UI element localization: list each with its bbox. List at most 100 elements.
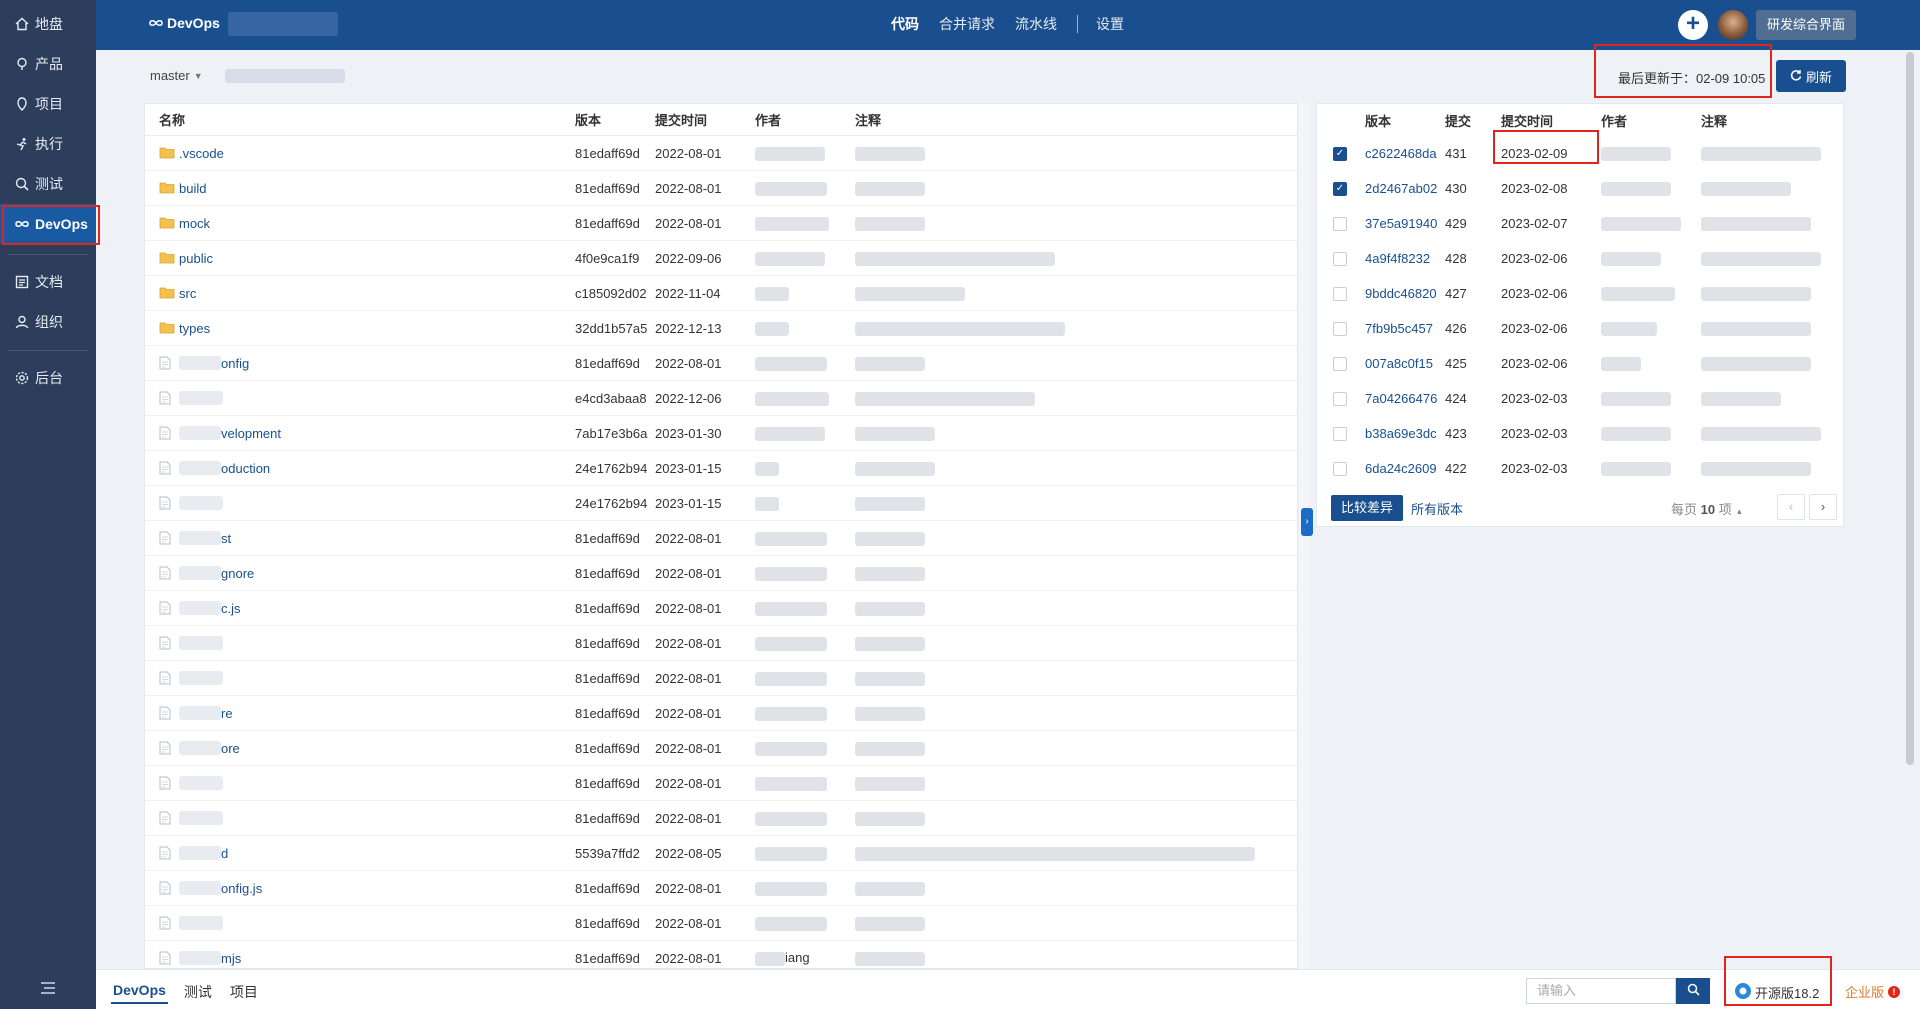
commit-version-link[interactable]: 6da24c2609: [1365, 461, 1445, 476]
file-name[interactable]: build: [179, 181, 206, 196]
sidebar-item-product[interactable]: 产品: [0, 44, 96, 84]
table-row[interactable]: velopment 7ab17e3b6a 2023-01-30: [145, 416, 1297, 451]
commit-version-link[interactable]: 7a04266476: [1365, 391, 1445, 406]
sidebar-item-org[interactable]: 组织: [0, 302, 96, 342]
compare-diff-button[interactable]: 比较差异: [1331, 495, 1404, 521]
bottom-tab-test[interactable]: 测试: [182, 982, 214, 1004]
table-row[interactable]: ore 81edaff69d 2022-08-01: [145, 731, 1297, 766]
file-name[interactable]: oduction: [221, 461, 270, 476]
bottom-tab-project[interactable]: 项目: [228, 982, 260, 1004]
table-row[interactable]: ✓ 2d2467ab02 430 2023-02-08: [1317, 171, 1843, 206]
table-row[interactable]: c.js 81edaff69d 2022-08-01: [145, 591, 1297, 626]
refresh-button[interactable]: 刷新: [1776, 60, 1846, 92]
table-row[interactable]: onfig.js 81edaff69d 2022-08-01: [145, 871, 1297, 906]
devops-logo[interactable]: DevOps: [148, 15, 220, 31]
file-name[interactable]: src: [179, 286, 196, 301]
table-row[interactable]: d 5539a7ffd2 2022-08-05: [145, 836, 1297, 871]
next-page-button[interactable]: ›: [1809, 494, 1837, 520]
sidebar-item-devops[interactable]: DevOps: [0, 204, 96, 244]
commit-version-link[interactable]: c2622468da: [1365, 146, 1445, 161]
file-name[interactable]: types: [179, 321, 210, 336]
table-row[interactable]: mock 81edaff69d 2022-08-01: [145, 206, 1297, 241]
sidebar-item-doc[interactable]: 文档: [0, 262, 96, 302]
table-row[interactable]: 81edaff69d 2022-08-01: [145, 801, 1297, 836]
tab-code[interactable]: 代码: [891, 14, 919, 34]
search-button[interactable]: [1676, 978, 1710, 1004]
file-name[interactable]: onfig.js: [221, 881, 262, 896]
row-checkbox[interactable]: [1333, 286, 1347, 301]
file-name[interactable]: gnore: [221, 566, 254, 581]
page-size-selector[interactable]: 每页 10 项 ▲: [1671, 499, 1743, 518]
table-row[interactable]: types 32dd1b57a5 2022-12-13: [145, 311, 1297, 346]
tab-pipeline[interactable]: 流水线: [1015, 14, 1057, 34]
file-name[interactable]: public: [179, 251, 213, 266]
branch-selector[interactable]: master ▼: [150, 68, 345, 83]
file-name[interactable]: d: [221, 846, 228, 861]
file-name[interactable]: c.js: [221, 601, 241, 616]
table-row[interactable]: 81edaff69d 2022-08-01: [145, 906, 1297, 941]
row-checkbox[interactable]: [1333, 426, 1347, 441]
table-row[interactable]: re 81edaff69d 2022-08-01: [145, 696, 1297, 731]
commit-version-link[interactable]: 2d2467ab02: [1365, 181, 1445, 196]
search-input[interactable]: 请输入: [1526, 978, 1676, 1004]
table-row[interactable]: 007a8c0f15 425 2023-02-06: [1317, 346, 1843, 381]
table-row[interactable]: 81edaff69d 2022-08-01: [145, 661, 1297, 696]
row-checkbox[interactable]: [1333, 356, 1347, 371]
prev-page-button[interactable]: ‹: [1777, 494, 1805, 520]
table-row[interactable]: 37e5a91940 429 2023-02-07: [1317, 206, 1843, 241]
chevron-right-icon[interactable]: ›: [1301, 508, 1313, 536]
table-row[interactable]: st 81edaff69d 2022-08-01: [145, 521, 1297, 556]
table-row[interactable]: 81edaff69d 2022-08-01: [145, 766, 1297, 801]
row-checkbox[interactable]: [1333, 216, 1347, 231]
file-panel-scrollbar[interactable]: [1299, 103, 1309, 969]
table-row[interactable]: b38a69e3dc 423 2023-02-03: [1317, 416, 1843, 451]
file-name[interactable]: st: [221, 531, 231, 546]
tab-merge-requests[interactable]: 合并请求: [939, 14, 995, 34]
sidebar-item-admin[interactable]: 后台: [0, 358, 96, 398]
row-checkbox[interactable]: [1333, 391, 1347, 406]
version-badge[interactable]: 开源版18.2: [1734, 982, 1819, 1003]
table-row[interactable]: oduction 24e1762b94 2023-01-15: [145, 451, 1297, 486]
sidebar-item-project[interactable]: 项目: [0, 84, 96, 124]
table-row[interactable]: gnore 81edaff69d 2022-08-01: [145, 556, 1297, 591]
file-name[interactable]: onfig: [221, 356, 249, 371]
plus-icon[interactable]: +: [1678, 10, 1708, 40]
repo-selector[interactable]: [228, 12, 338, 36]
commit-version-link[interactable]: 7fb9b5c457: [1365, 321, 1445, 336]
enterprise-link[interactable]: 企业版 !: [1845, 982, 1901, 1001]
table-row[interactable]: 4a9f4f8232 428 2023-02-06: [1317, 241, 1843, 276]
file-name[interactable]: .vscode: [179, 146, 224, 161]
row-checkbox[interactable]: ✓: [1333, 146, 1347, 161]
all-versions-link[interactable]: 所有版本: [1411, 499, 1463, 518]
table-row[interactable]: src c185092d02 2022-11-04: [145, 276, 1297, 311]
table-row[interactable]: 7a04266476 424 2023-02-03: [1317, 381, 1843, 416]
row-checkbox[interactable]: [1333, 321, 1347, 336]
sidebar-item-dashboard[interactable]: 地盘: [0, 4, 96, 44]
commit-version-link[interactable]: b38a69e3dc: [1365, 426, 1445, 441]
file-name[interactable]: re: [221, 706, 233, 721]
table-row[interactable]: e4cd3abaa8 2022-12-06: [145, 381, 1297, 416]
table-row[interactable]: 24e1762b94 2023-01-15: [145, 486, 1297, 521]
file-name[interactable]: ore: [221, 741, 240, 756]
file-name[interactable]: mock: [179, 216, 210, 231]
file-name[interactable]: mjs: [221, 951, 241, 966]
table-row[interactable]: mjs 81edaff69d 2022-08-01 iang: [145, 941, 1297, 968]
table-row[interactable]: 7fb9b5c457 426 2023-02-06: [1317, 311, 1843, 346]
commit-version-link[interactable]: 9bddc46820: [1365, 286, 1445, 301]
commit-version-link[interactable]: 4a9f4f8232: [1365, 251, 1445, 266]
file-name[interactable]: velopment: [221, 426, 281, 441]
commit-version-link[interactable]: 007a8c0f15: [1365, 356, 1445, 371]
table-row[interactable]: 9bddc46820 427 2023-02-06: [1317, 276, 1843, 311]
tab-settings[interactable]: 设置: [1096, 14, 1124, 34]
row-checkbox[interactable]: [1333, 251, 1347, 266]
bottom-tab-devops[interactable]: DevOps: [111, 982, 168, 1004]
collapse-menu-button[interactable]: [0, 969, 96, 1009]
table-row[interactable]: ✓ c2622468da 431 2023-02-09: [1317, 136, 1843, 171]
table-row[interactable]: build 81edaff69d 2022-08-01: [145, 171, 1297, 206]
avatar[interactable]: [1718, 10, 1748, 40]
table-row[interactable]: 81edaff69d 2022-08-01: [145, 626, 1297, 661]
table-row[interactable]: .vscode 81edaff69d 2022-08-01: [145, 136, 1297, 171]
commit-version-link[interactable]: 37e5a91940: [1365, 216, 1445, 231]
page-scrollbar[interactable]: [1906, 52, 1914, 765]
row-checkbox[interactable]: [1333, 461, 1347, 476]
